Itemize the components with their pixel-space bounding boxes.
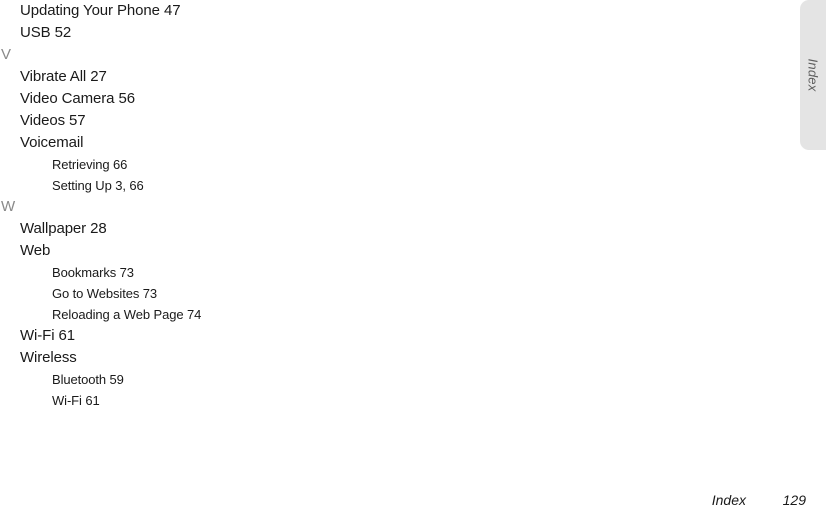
index-letter-heading: W <box>1 198 16 215</box>
index-subentry: Setting Up 3, 66 <box>52 178 144 193</box>
index-entry-list: Updating Your Phone 47 USB 52 V Vibrate All… <box>0 0 780 411</box>
index-subentry: Bookmarks 73 <box>52 265 134 280</box>
index-subentry: Go to Websites 73 <box>52 286 158 301</box>
page-footer: Index 129 <box>0 492 826 512</box>
side-index-tab: Index <box>800 0 826 150</box>
index-entry: Updating Your Phone 47 <box>20 2 181 19</box>
index-entry: USB 52 <box>20 24 72 41</box>
index-subentry: Retrieving 66 <box>52 157 128 172</box>
index-subentry: Reloading a Web Page 74 <box>52 307 202 322</box>
index-entry: Wi-Fi 61 <box>20 327 76 344</box>
index-entry: Wallpaper 28 <box>20 220 107 237</box>
index-entry: Wireless <box>20 349 77 366</box>
footer-section-label: Index <box>711 492 746 508</box>
index-entry: Videos 57 <box>20 112 86 129</box>
index-entry: Web <box>20 242 51 259</box>
index-entry: Video Camera 56 <box>20 90 135 107</box>
index-entry: Vibrate All 27 <box>20 68 107 85</box>
footer-page-number: 129 <box>782 492 806 508</box>
index-letter-heading: V <box>1 46 12 63</box>
side-tab-label: Index <box>805 58 821 92</box>
index-subentry: Bluetooth 59 <box>52 372 124 387</box>
index-subentry: Wi-Fi 61 <box>52 393 100 408</box>
index-entry: Voicemail <box>20 134 84 151</box>
